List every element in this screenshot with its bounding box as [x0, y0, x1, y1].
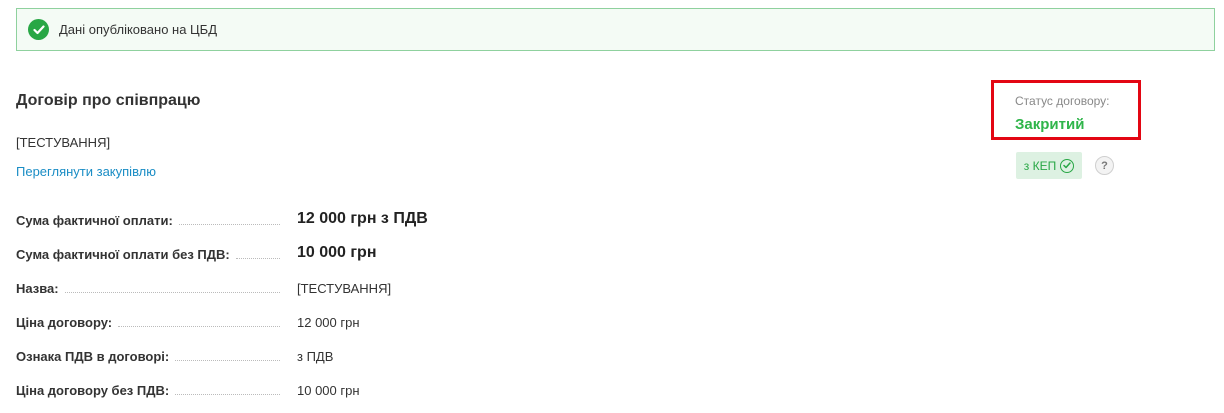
banner-message: Дані опубліковано на ЦБД	[59, 22, 218, 37]
success-banner: Дані опубліковано на ЦБД	[16, 8, 1215, 51]
detail-value: 10 000 грн	[297, 244, 377, 261]
detail-row-vat-flag: Ознака ПДВ в договорі: з ПДВ	[16, 336, 576, 370]
dotted-leader	[118, 326, 280, 327]
dotted-leader	[235, 258, 280, 259]
detail-value: 10 000 грн	[297, 383, 360, 398]
detail-value: 12 000 грн з ПДВ	[297, 210, 428, 227]
help-icon-glyph: ?	[1101, 159, 1108, 172]
status-value: Закритий	[1015, 116, 1085, 133]
detail-value: з ПДВ	[297, 349, 334, 364]
detail-row-contract-price-no-vat: Ціна договору без ПДВ: 10 000 грн	[16, 370, 576, 404]
detail-row-name: Назва: [ТЕСТУВАННЯ]	[16, 268, 576, 302]
dotted-leader	[175, 360, 280, 361]
detail-label: Ознака ПДВ в договорі:	[16, 349, 170, 364]
detail-label: Назва:	[16, 281, 59, 296]
kep-badge-label: з КЕП	[1023, 158, 1057, 173]
dotted-leader	[175, 394, 280, 395]
detail-label: Ціна договору без ПДВ:	[16, 383, 170, 398]
detail-row-actual-payment: Сума фактичної оплати: 12 000 грн з ПДВ	[16, 200, 576, 234]
dotted-leader	[64, 292, 280, 293]
detail-value: 12 000 грн	[297, 315, 360, 330]
status-label: Статус договору:	[1015, 94, 1110, 108]
detail-value: [ТЕСТУВАННЯ]	[297, 281, 392, 296]
detail-row-contract-price: Ціна договору: 12 000 грн	[16, 302, 576, 336]
question-mark-icon[interactable]: ?	[1095, 156, 1114, 175]
detail-label: Сума фактичної оплати без ПДВ:	[16, 247, 230, 262]
kep-signature-badge[interactable]: з КЕП	[1016, 152, 1082, 179]
dotted-leader	[178, 224, 280, 225]
detail-label: Сума фактичної оплати:	[16, 213, 173, 228]
contract-details: Сума фактичної оплати: 12 000 грн з ПДВ …	[16, 200, 576, 404]
check-circle-icon	[1060, 158, 1075, 173]
contract-page: Дані опубліковано на ЦБД Договір про спі…	[0, 0, 1224, 413]
contract-title: Договір про співпрацю	[16, 92, 201, 109]
view-tender-link[interactable]: Переглянути закупівлю	[16, 164, 156, 179]
detail-label: Ціна договору:	[16, 315, 113, 330]
contract-subtitle: [ТЕСТУВАННЯ]	[16, 135, 111, 150]
check-circle-icon	[28, 19, 49, 40]
detail-row-actual-payment-no-vat: Сума фактичної оплати без ПДВ: 10 000 гр…	[16, 234, 576, 268]
